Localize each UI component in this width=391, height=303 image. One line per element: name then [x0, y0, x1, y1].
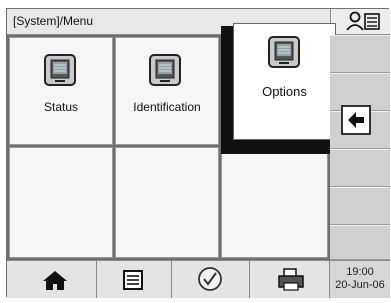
device-icon: [44, 54, 76, 86]
confirm-button[interactable]: [172, 261, 250, 298]
right-cell: [330, 35, 390, 73]
identification-label: Identification: [133, 100, 201, 114]
time-text: 19:00: [346, 266, 374, 278]
empty-tile: [115, 147, 219, 258]
status-tile[interactable]: Status: [9, 37, 113, 145]
clock-display: 19:00 20-Jun-06: [330, 261, 390, 298]
right-cell: [330, 149, 390, 187]
device-icon: [149, 54, 181, 86]
device-icon: [268, 36, 300, 68]
list-button[interactable]: [97, 261, 172, 298]
right-panel: [330, 35, 390, 260]
check-circle-icon: [198, 267, 222, 291]
right-cell: [330, 225, 390, 260]
print-button[interactable]: [250, 261, 330, 298]
bottom-toolbar: 19:00 20-Jun-06: [7, 260, 390, 298]
list-icon: [123, 270, 143, 290]
back-arrow-icon: [348, 112, 364, 128]
options-label: Options: [262, 84, 307, 99]
device-screen: [System]/Menu Status Identification Opti…: [6, 8, 390, 298]
home-button[interactable]: [7, 261, 97, 298]
empty-tile: [221, 147, 328, 258]
date-text: 20-Jun-06: [335, 279, 385, 291]
home-icon: [43, 271, 67, 290]
right-cell: [330, 187, 390, 225]
printer-icon: [278, 268, 304, 291]
back-button[interactable]: [341, 105, 371, 135]
status-label: Status: [43, 100, 79, 114]
empty-tile: [9, 147, 113, 258]
user-list-button[interactable]: [330, 9, 390, 35]
options-tile[interactable]: Options: [233, 23, 336, 140]
user-list-icon: [346, 11, 380, 31]
identification-tile[interactable]: Identification: [115, 37, 219, 145]
